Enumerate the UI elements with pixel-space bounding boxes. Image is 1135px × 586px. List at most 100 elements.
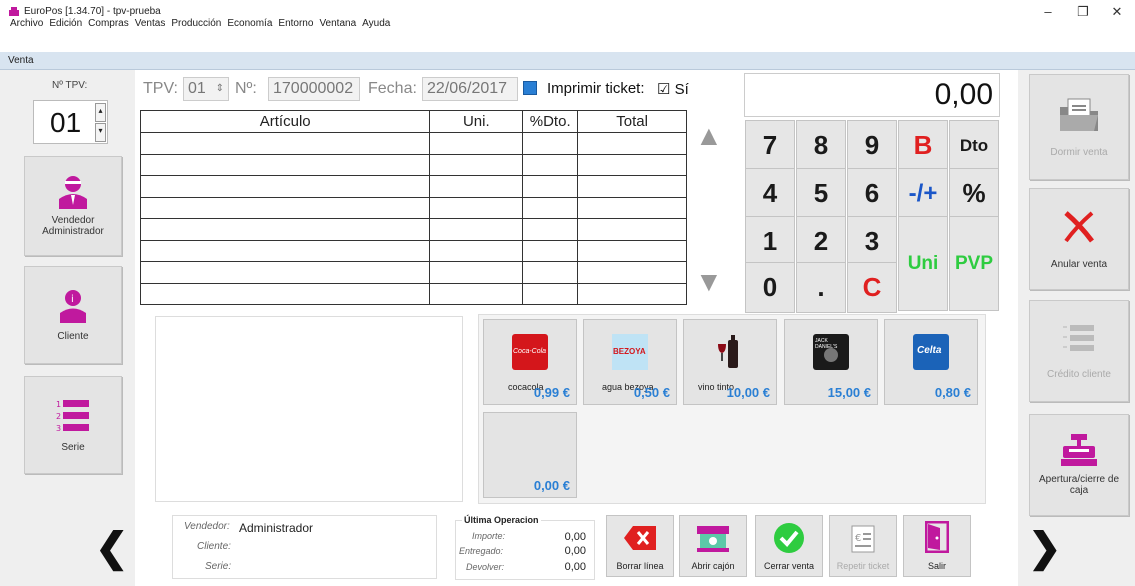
cliente-button[interactable]: i Cliente <box>24 266 122 364</box>
key-6[interactable]: 6 <box>847 168 897 219</box>
exit-door-icon <box>925 521 949 553</box>
key-plus-minus[interactable]: -/+ <box>898 168 948 219</box>
menu-compras[interactable]: Compras <box>88 18 129 29</box>
product-vino-tinto[interactable]: vino tinto 10,00 € <box>683 319 777 405</box>
key-dto[interactable]: Dto <box>949 120 999 171</box>
numbered-list-icon: 1 2 3 <box>56 399 89 432</box>
spin-icon: ⇕ <box>215 83 224 94</box>
app-icon <box>9 7 19 16</box>
serie-info-label: Serie: <box>205 561 232 572</box>
product-jack-daniels[interactable]: JACK DANIEL'S 15,00 € <box>784 319 878 405</box>
table-row[interactable] <box>139 196 687 219</box>
key-9[interactable]: 9 <box>847 120 897 171</box>
menu-archivo[interactable]: Archivo <box>10 18 43 29</box>
minimize-button[interactable]: – <box>1037 4 1059 19</box>
previous-arrow-icon[interactable]: ❮ <box>95 525 129 571</box>
scroll-down-arrow-icon[interactable]: ▼ <box>695 266 723 298</box>
amount-display-value: 0,00 <box>934 78 993 111</box>
next-arrow-icon[interactable]: ❯ <box>1028 525 1062 571</box>
credito-cliente-button[interactable]: Crédito cliente <box>1029 300 1129 402</box>
menu-entorno[interactable]: Entorno <box>278 18 313 29</box>
vendedor-button[interactable]: Vendedor Administrador <box>24 156 122 256</box>
table-row[interactable] <box>139 282 687 305</box>
key-4[interactable]: 4 <box>745 168 795 219</box>
key-7[interactable]: 7 <box>745 120 795 171</box>
product-empty[interactable]: 0,00 € <box>483 412 577 498</box>
dormir-venta-label: Dormir venta <box>1050 146 1108 158</box>
salir-button[interactable]: Salir <box>903 515 971 577</box>
svg-text:1: 1 <box>56 400 61 409</box>
stepper-up-icon[interactable]: ▴ <box>95 103 106 122</box>
menu-economia[interactable]: Economía <box>227 18 272 29</box>
key-5[interactable]: 5 <box>796 168 846 219</box>
maximize-button[interactable]: ❐ <box>1072 4 1094 20</box>
window-title: EuroPos [1.34.70] - tpv-prueba <box>24 6 161 17</box>
info-panel <box>155 316 463 502</box>
credito-cliente-label: Crédito cliente <box>1047 368 1111 380</box>
key-pvp[interactable]: PVP <box>949 216 999 311</box>
key-clear[interactable]: C <box>847 262 897 313</box>
scroll-up-arrow-icon[interactable]: ▲ <box>695 120 723 152</box>
cash-register-icon <box>1061 434 1097 466</box>
product-agua-bezoya[interactable]: BEZOYA agua bezoya 0,50 € <box>583 319 677 405</box>
table-row[interactable] <box>139 218 687 241</box>
product-cocacola[interactable]: Coca-Cola cocacola 0,99 € <box>483 319 577 405</box>
key-borrar[interactable]: B <box>898 120 948 171</box>
table-row[interactable] <box>139 153 687 176</box>
key-decimal[interactable]: . <box>796 262 846 313</box>
date-label: Fecha: <box>368 80 417 97</box>
serie-button[interactable]: 1 2 3 Serie <box>24 376 122 474</box>
svg-text:€: € <box>855 533 861 544</box>
tpv-field[interactable]: 01 ⇕ <box>183 77 229 101</box>
dormir-venta-button[interactable]: Dormir venta <box>1029 74 1129 180</box>
number-field[interactable]: 170000002 <box>268 77 360 101</box>
apertura-caja-label: Apertura/cierre de caja <box>1038 474 1120 496</box>
key-2[interactable]: 2 <box>796 216 846 267</box>
date-field[interactable]: 22/06/2017 <box>422 77 518 101</box>
menu-ventas[interactable]: Ventas <box>135 18 166 29</box>
table-row[interactable] <box>139 261 687 284</box>
tab-venta[interactable]: Venta <box>0 52 1135 70</box>
stepper-down-icon[interactable]: ▾ <box>95 123 106 142</box>
key-0[interactable]: 0 <box>745 262 795 313</box>
product-price: 0,80 € <box>934 385 971 400</box>
devolver-label: Devolver: <box>466 562 505 572</box>
menu-produccion[interactable]: Producción <box>171 18 221 29</box>
apertura-caja-button[interactable]: Apertura/cierre de caja <box>1029 414 1129 516</box>
delete-line-icon <box>624 526 656 550</box>
calendar-icon[interactable] <box>523 81 537 95</box>
key-uni[interactable]: Uni <box>898 216 948 311</box>
menu-edicion[interactable]: Edición <box>49 18 82 29</box>
key-8[interactable]: 8 <box>796 120 846 171</box>
tpv-number-stepper[interactable]: 01 ▴ ▾ <box>33 100 108 144</box>
importe-value: 0,00 <box>564 531 586 543</box>
table-row[interactable] <box>139 175 687 198</box>
abrir-cajon-label: Abrir cajón <box>691 561 735 571</box>
cash-drawer-icon <box>697 526 729 552</box>
cliente-label: Cliente <box>57 330 89 342</box>
key-1[interactable]: 1 <box>745 216 795 267</box>
number-label: Nº: <box>235 80 257 97</box>
sale-info-box: Vendedor: Administrador Cliente: Serie: <box>172 515 437 579</box>
close-button[interactable]: ✕ <box>1106 4 1128 20</box>
sale-lines-table[interactable]: Artículo Uni. %Dto. Total <box>139 110 687 305</box>
vendedor-icon <box>59 176 87 209</box>
borrar-linea-button[interactable]: Borrar línea <box>606 515 674 577</box>
print-ticket-checkbox[interactable]: ☑ Sí <box>657 80 689 98</box>
anular-venta-button[interactable]: Anular venta <box>1029 188 1129 290</box>
celta-logo: Celta <box>913 334 949 370</box>
abrir-cajon-button[interactable]: Abrir cajón <box>679 515 747 577</box>
table-row[interactable] <box>139 132 687 155</box>
menu-ayuda[interactable]: Ayuda <box>362 18 390 29</box>
borrar-linea-label: Borrar línea <box>616 561 664 571</box>
repetir-ticket-button[interactable]: € Repetir ticket <box>829 515 897 577</box>
key-3[interactable]: 3 <box>847 216 897 267</box>
cerrar-venta-button[interactable]: Cerrar venta <box>755 515 823 577</box>
devolver-value: 0,00 <box>564 561 586 573</box>
table-row[interactable] <box>139 239 687 262</box>
product-price: 10,00 € <box>726 385 770 400</box>
menu-ventana[interactable]: Ventana <box>319 18 356 29</box>
product-celta[interactable]: Celta 0,80 € <box>884 319 978 405</box>
importe-label: Importe: <box>472 531 506 541</box>
key-percent[interactable]: % <box>949 168 999 219</box>
